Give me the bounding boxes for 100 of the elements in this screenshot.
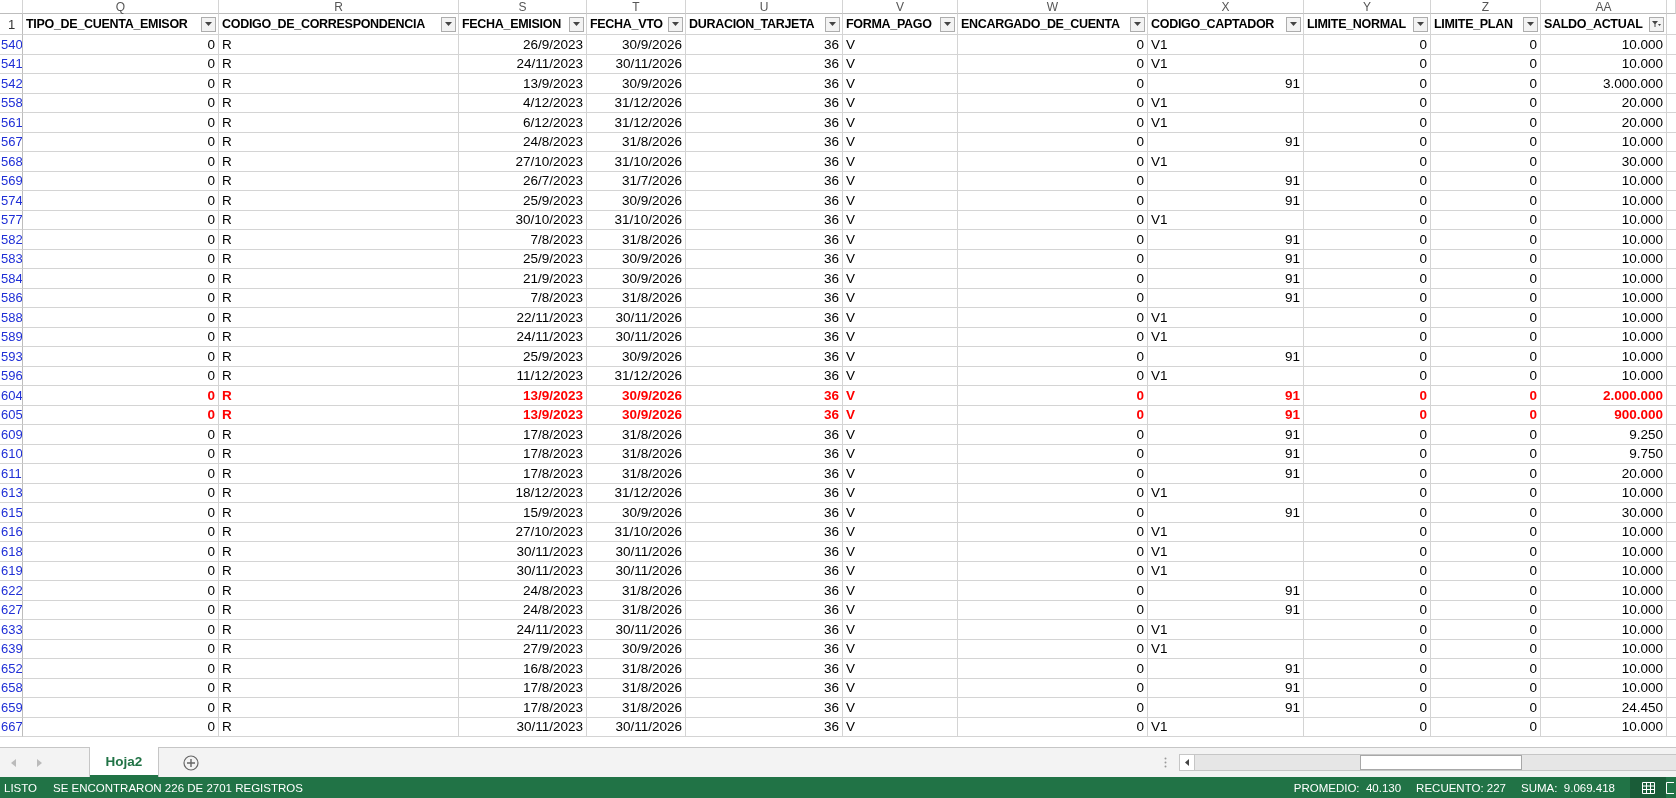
row-number[interactable]: 1 [0, 14, 23, 35]
table-cell: 0 [1431, 308, 1541, 328]
filter-button[interactable] [1130, 16, 1145, 32]
row-number[interactable]: 569 [0, 171, 23, 191]
row-number[interactable]: 584 [0, 269, 23, 289]
table-cell: 0 [1304, 659, 1431, 679]
row-number[interactable]: 593 [0, 347, 23, 367]
table-cell: 24/8/2023 [459, 132, 587, 152]
row-number[interactable]: 540 [0, 35, 23, 55]
table-cell: 0 [1304, 717, 1431, 737]
column-letter[interactable]: AA [1541, 0, 1667, 14]
column-letter[interactable]: R [219, 0, 459, 14]
row-number[interactable]: 561 [0, 113, 23, 133]
scrollbar-thumb[interactable] [1360, 755, 1522, 770]
filter-button[interactable] [668, 16, 683, 32]
row-number[interactable]: 582 [0, 230, 23, 250]
horizontal-scrollbar[interactable] [1179, 754, 1676, 771]
row-number[interactable]: 613 [0, 483, 23, 503]
table-cell: V [843, 386, 958, 406]
filter-button[interactable] [940, 16, 955, 32]
row-number[interactable]: 622 [0, 581, 23, 601]
row-number[interactable]: 541 [0, 54, 23, 74]
table-cell: 17/8/2023 [459, 678, 587, 698]
table-cell: V1 [1148, 54, 1304, 74]
row-number[interactable]: 633 [0, 620, 23, 640]
row-number[interactable]: 588 [0, 308, 23, 328]
table-cell: 30/9/2026 [587, 191, 686, 211]
drag-handle-icon[interactable] [1164, 757, 1167, 768]
row-number[interactable]: 639 [0, 639, 23, 659]
row-number[interactable]: 586 [0, 288, 23, 308]
table-cell: V [843, 561, 958, 581]
table-cell: 91 [1148, 581, 1304, 601]
row-number[interactable]: 604 [0, 386, 23, 406]
row-number[interactable]: 577 [0, 210, 23, 230]
filter-button[interactable] [1286, 16, 1301, 32]
row-number[interactable]: 574 [0, 191, 23, 211]
row-number[interactable]: 583 [0, 249, 23, 269]
row-number[interactable]: 568 [0, 152, 23, 172]
left-arrow-icon [1185, 759, 1189, 766]
row-number[interactable]: 609 [0, 425, 23, 445]
table-cell: 31/10/2026 [587, 522, 686, 542]
table-cell: 91 [1148, 659, 1304, 679]
table-cell: V [843, 503, 958, 523]
row-number[interactable]: 652 [0, 659, 23, 679]
row-number[interactable]: 618 [0, 542, 23, 562]
table-cell: 0 [1431, 600, 1541, 620]
row-number[interactable]: 619 [0, 561, 23, 581]
table-cell: 36 [686, 542, 843, 562]
filter-button[interactable] [1413, 16, 1428, 32]
column-header: FORMA_PAGO [846, 17, 932, 31]
table-cell: R [219, 366, 459, 386]
normal-view-button[interactable] [1630, 777, 1666, 798]
table-cell: 0 [23, 405, 219, 425]
table-cell: 30/11/2023 [459, 717, 587, 737]
filter-button[interactable] [825, 16, 840, 32]
column-letter[interactable]: Q [23, 0, 219, 14]
table-cell: V [843, 542, 958, 562]
row-number[interactable]: 611 [0, 464, 23, 484]
table-cell: 36 [686, 405, 843, 425]
row-number[interactable]: 616 [0, 522, 23, 542]
column-letter[interactable]: Y [1304, 0, 1431, 14]
column-letter[interactable]: T [587, 0, 686, 14]
sheet-tab[interactable]: Hoja2 [90, 747, 158, 777]
filter-button[interactable] [1523, 16, 1538, 32]
row-number[interactable]: 605 [0, 405, 23, 425]
column-letter[interactable]: W [958, 0, 1148, 14]
column-letter[interactable]: S [459, 0, 587, 14]
row-number[interactable]: 596 [0, 366, 23, 386]
row-number[interactable]: 627 [0, 600, 23, 620]
table-cell: 91 [1148, 698, 1304, 718]
row-number[interactable]: 667 [0, 717, 23, 737]
table-cell: V [843, 522, 958, 542]
row-number[interactable]: 589 [0, 327, 23, 347]
table-cell: 0 [958, 698, 1148, 718]
filter-button[interactable] [1649, 16, 1664, 32]
row-number[interactable]: 558 [0, 93, 23, 113]
column-letter[interactable]: V [843, 0, 958, 14]
table-cell: R [219, 308, 459, 328]
filter-button[interactable] [441, 16, 456, 32]
column-letter[interactable]: X [1148, 0, 1304, 14]
row-number[interactable]: 658 [0, 678, 23, 698]
filter-button[interactable] [569, 16, 584, 32]
row-number[interactable]: 542 [0, 74, 23, 94]
table-cell: R [219, 600, 459, 620]
table-cell: 0 [1431, 269, 1541, 289]
table-cell: 0 [958, 639, 1148, 659]
row-number[interactable]: 567 [0, 132, 23, 152]
table-cell: R [219, 464, 459, 484]
table-cell: 0 [23, 113, 219, 133]
column-header: ENCARGADO_DE_CUENTA [961, 17, 1120, 31]
column-letter[interactable]: U [686, 0, 843, 14]
column-header: DURACION_TARJETA [689, 17, 815, 31]
scroll-left-button[interactable] [1180, 755, 1195, 770]
add-sheet-button[interactable] [182, 753, 200, 772]
row-number[interactable]: 615 [0, 503, 23, 523]
row-number[interactable]: 610 [0, 444, 23, 464]
filter-button[interactable] [201, 16, 216, 32]
row-number[interactable]: 659 [0, 698, 23, 718]
table-cell: 0 [23, 620, 219, 640]
column-letter[interactable]: Z [1431, 0, 1541, 14]
